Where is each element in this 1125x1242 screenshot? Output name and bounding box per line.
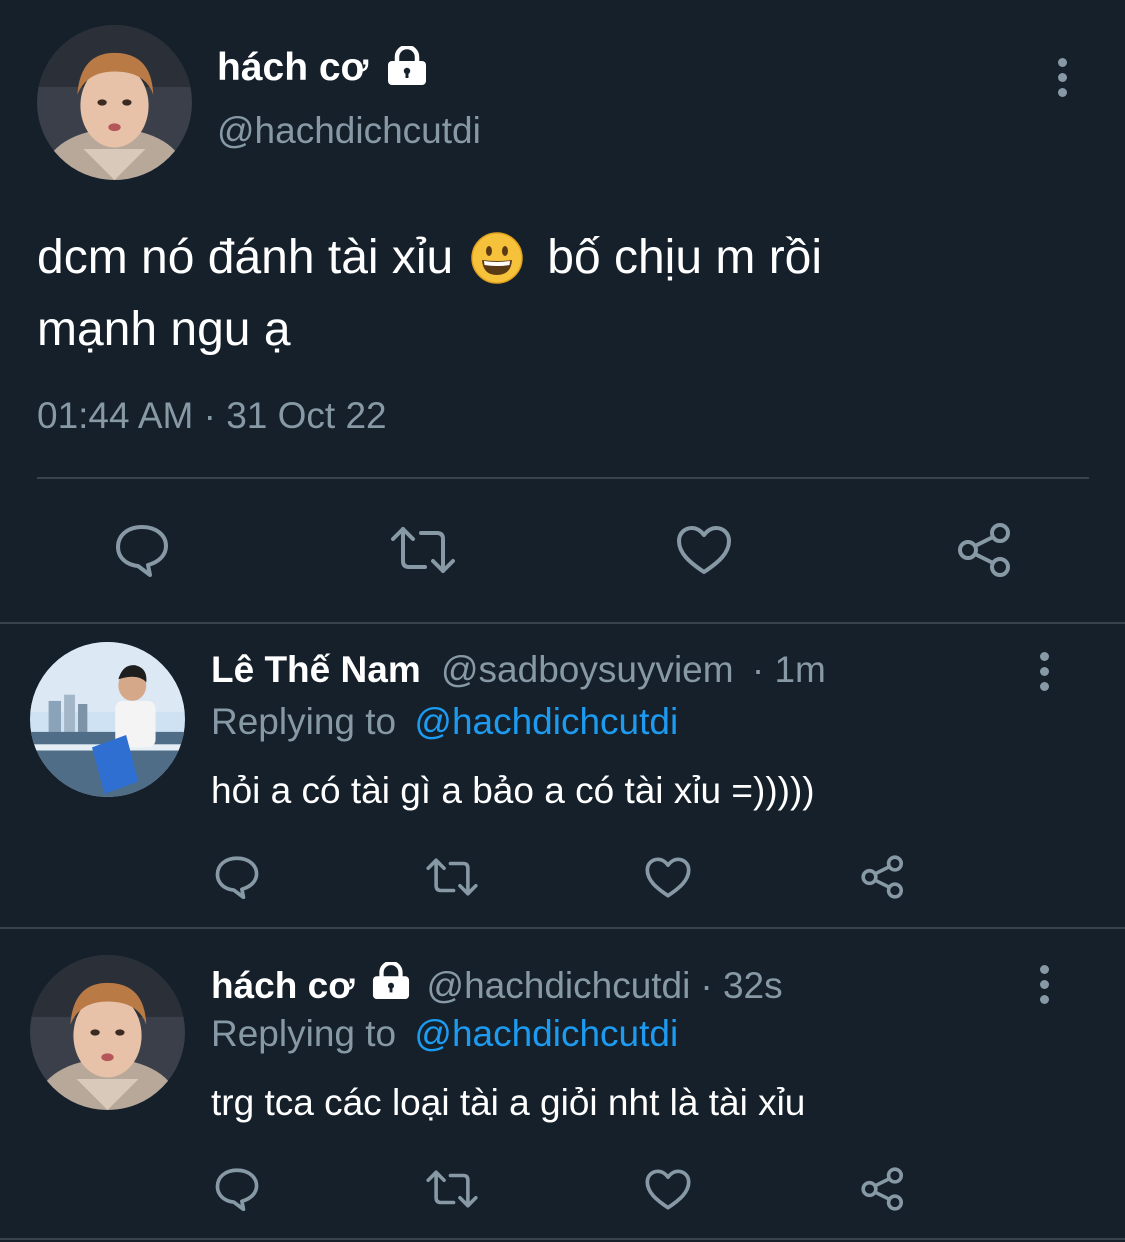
share-icon[interactable] [858, 852, 908, 902]
reply-header[interactable]: hách cơ @hachdichcutdi · 32s [211, 960, 783, 1010]
replying-to: Replying to @hachdichcutdi [211, 1013, 679, 1054]
reply-icon[interactable] [212, 1164, 262, 1214]
main-author-handle[interactable]: @hachdichcutdi [217, 110, 481, 152]
retweet-icon[interactable] [424, 1164, 480, 1214]
reply-author-handle: @hachdichcutdi [426, 965, 691, 1006]
reply-author-avatar[interactable] [30, 642, 185, 797]
lock-icon [386, 44, 428, 91]
share-icon[interactable] [953, 520, 1017, 580]
reply-author-name: Lê Thế Nam [211, 649, 421, 690]
more-options-icon[interactable] [1036, 652, 1052, 691]
tweet-text-line-2: mạnh ngu ạ [37, 303, 291, 356]
like-icon[interactable] [643, 1164, 693, 1214]
main-author-avatar[interactable] [37, 25, 192, 180]
tweet-text-line-1: dcm nó đánh tài xỉu bố chịu m rồi [37, 231, 823, 284]
reply-icon[interactable] [110, 520, 174, 580]
retweet-icon[interactable] [388, 520, 458, 580]
divider [0, 927, 1125, 929]
share-icon[interactable] [858, 1164, 908, 1214]
grinning-face-icon [471, 232, 523, 284]
replying-to-handle-link[interactable]: @hachdichcutdi [414, 1013, 678, 1054]
retweet-icon[interactable] [424, 852, 480, 902]
like-icon[interactable] [672, 520, 736, 580]
reply-text: hỏi a có tài gì a bảo a có tài xỉu =))))… [211, 770, 815, 811]
reply-author-avatar[interactable] [30, 955, 185, 1110]
divider [37, 477, 1089, 479]
lock-icon [371, 960, 411, 1010]
reply-text: trg tca các loại tài a giỏi nht là tài x… [211, 1082, 806, 1123]
main-author-name: hách cơ [217, 46, 369, 89]
reply-icon[interactable] [212, 852, 262, 902]
more-options-icon[interactable] [1036, 965, 1052, 1004]
tweet-text: dcm nó đánh tài xỉu bố chịu m rồi mạnh n… [37, 222, 1087, 366]
more-options-icon[interactable] [1054, 58, 1070, 97]
divider [0, 622, 1125, 624]
reply-time: · 1m [751, 649, 826, 690]
tweet-timestamp[interactable]: 01:44 AM · 31 Oct 22 [37, 395, 387, 437]
reply-time: · 32s [700, 965, 783, 1006]
reply-header[interactable]: Lê Thế Nam @sadboysuyviem · 1m [211, 648, 826, 692]
reply-author-handle: @sadboysuyviem [441, 649, 734, 690]
main-author-name-row[interactable]: hách cơ [217, 44, 428, 92]
reply-author-name: hách cơ [211, 965, 355, 1006]
replying-to: Replying to @hachdichcutdi [211, 701, 679, 742]
replying-to-handle-link[interactable]: @hachdichcutdi [414, 701, 678, 742]
like-icon[interactable] [643, 852, 693, 902]
divider [0, 1238, 1125, 1240]
